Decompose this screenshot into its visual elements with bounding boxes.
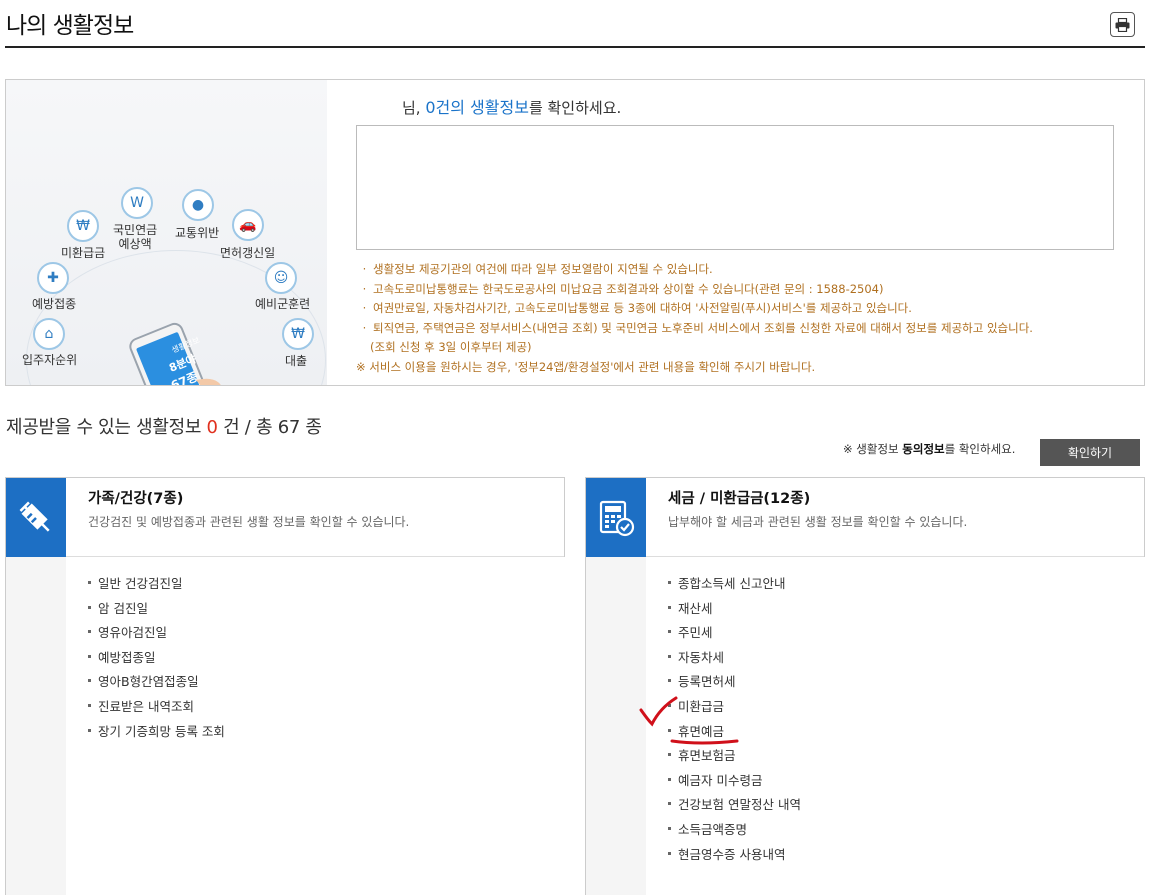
life-info-illustration: ₩ 미환급금 W 국민연금 예상액 ● 교통위반 🚗 면허갱신일 ✚ 예방접종 … (6, 80, 327, 385)
refund-icon: ₩ (67, 210, 99, 242)
list-item[interactable]: 현금영수증 사용내역 (668, 843, 801, 868)
list-item[interactable]: 휴면예금 (668, 720, 801, 745)
list-item[interactable]: 휴면보험금 (668, 744, 801, 769)
illus-label-vaccine: 예방접종 (32, 297, 77, 311)
printer-icon (1115, 17, 1130, 32)
note-bullet: · (362, 301, 367, 316)
list-item[interactable]: 재산세 (668, 597, 801, 622)
list-item[interactable]: 암 검진일 (88, 597, 225, 622)
greeting-text: 님, 0건의 생활정보를 확인하세요. (402, 94, 621, 118)
traffic-light-icon: ● (182, 189, 214, 221)
category-items: 종합소득세 신고안내 재산세 주민세 자동차세 등록면허세 미환급금 휴면예금 … (668, 572, 801, 867)
house-icon: ⌂ (33, 318, 65, 350)
list-item[interactable]: 예금자 미수령금 (668, 769, 801, 794)
calculator-icon (599, 500, 635, 536)
list-item[interactable]: 장기 기증희망 등록 조회 (88, 720, 225, 745)
note-footer: ※ 서비스 이용을 원하시는 경우, '정부24앱/환경설정'에서 관련 내용을… (356, 359, 816, 374)
illus-label-loan: 대출 (285, 354, 308, 368)
category-title: 세금 / 미환급금(12종) (668, 491, 811, 507)
list-item[interactable]: 예방접종일 (88, 646, 225, 671)
page-title: 나의 생활정보 (6, 13, 134, 39)
greeting-count: 0건의 생활정보 (425, 98, 529, 117)
list-item[interactable]: 영아B형간염접종일 (88, 670, 225, 695)
car-icon: 🚗 (232, 209, 264, 241)
category-items: 일반 건강검진일 암 검진일 영유아검진일 예방접종일 영아B형간염접종일 진료… (88, 572, 225, 744)
confirm-consent-button[interactable]: 확인하기 (1040, 439, 1140, 466)
category-title: 가족/건강(7종) (88, 491, 184, 507)
illus-label-traffic: 교통위반 (175, 226, 220, 240)
note-bullet: · (362, 320, 367, 335)
note-item: · 고속도로미납통행료는 한국도로공사의 미납요금 조회결과와 상이할 수 있습니… (356, 280, 1136, 300)
illus-label-license: 면허갱신일 (220, 246, 276, 260)
category-description: 건강검진 및 예방접종과 관련된 생활 정보를 확인할 수 있습니다. (88, 515, 410, 529)
list-item[interactable]: 진료받은 내역조회 (88, 695, 225, 720)
list-item[interactable]: 주민세 (668, 621, 801, 646)
list-item[interactable]: 미환급금 (668, 695, 801, 720)
total-count: 67 (277, 417, 301, 438)
category-panel-family-health: 가족/건강(7종) 건강검진 및 예방접종과 관련된 생활 정보를 확인할 수 … (5, 477, 565, 895)
life-info-list-area (356, 125, 1114, 250)
consent-note: ※ 생활정보 동의정보를 확인하세요. (843, 442, 1016, 456)
illus-label-reserve: 예비군훈련 (255, 297, 311, 311)
list-item[interactable]: 소득금액증명 (668, 818, 801, 843)
note-bullet: · (362, 281, 367, 296)
category-description: 납부해야 할 세금과 관련된 생활 정보를 확인할 수 있습니다. (668, 515, 968, 529)
illus-label-housing: 입주자순위 (22, 353, 78, 367)
note-indent: (조회 신청 후 3일 이후부터 제공) (370, 340, 532, 355)
life-info-count-summary: 제공받을 수 있는 생활정보 0 건 / 총 67 종 (6, 417, 322, 438)
list-item[interactable]: 일반 건강검진일 (88, 572, 225, 597)
illus-label-pension: 국민연금 예상액 (113, 223, 158, 251)
pension-icon: W (121, 187, 153, 219)
list-item[interactable]: 자동차세 (668, 646, 801, 671)
greeting-prefix: 님, (402, 99, 426, 117)
illus-label-refund: 미환급금 (61, 246, 106, 260)
money-bag-icon: ₩ (282, 318, 314, 350)
list-item[interactable]: 건강보험 연말정산 내역 (668, 793, 801, 818)
note-bullet: · (362, 262, 367, 276)
note-item: · 여권만료일, 자동차검사기간, 고속도로미납통행료 등 3종에 대하여 '사전… (356, 299, 1136, 319)
vaccine-icon: ✚ (37, 262, 69, 294)
syringe-icon (19, 501, 50, 532)
list-item[interactable]: 영유아검진일 (88, 621, 225, 646)
available-count: 0 (206, 417, 218, 438)
service-notes: · 생활정보 제공기관의 여건에 따라 일부 정보열람이 지연될 수 있습니다. … (356, 260, 1136, 378)
soldier-icon: ☺ (265, 262, 297, 294)
note-item: · 퇴직연금, 주택연금은 정부서비스(내연금 조회) 및 국민연금 노후준비 서… (356, 319, 1136, 339)
category-panel-tax-refund: 세금 / 미환급금(12종) 납부해야 할 세금과 관련된 생활 정보를 확인할… (585, 477, 1145, 895)
life-info-summary-box: ₩ 미환급금 W 국민연금 예상액 ● 교통위반 🚗 면허갱신일 ✚ 예방접종 … (5, 79, 1145, 386)
note-item: · 생활정보 제공기관의 여건에 따라 일부 정보열람이 지연될 수 있습니다. (356, 260, 1136, 280)
print-button[interactable] (1110, 12, 1135, 37)
greeting-suffix: 를 확인하세요. (528, 99, 622, 117)
hand-phone-illustration: 생활정보 8분야 67종 (129, 322, 221, 385)
list-item[interactable]: 등록면허세 (668, 670, 801, 695)
list-item[interactable]: 종합소득세 신고안내 (668, 572, 801, 597)
title-divider (5, 46, 1145, 48)
